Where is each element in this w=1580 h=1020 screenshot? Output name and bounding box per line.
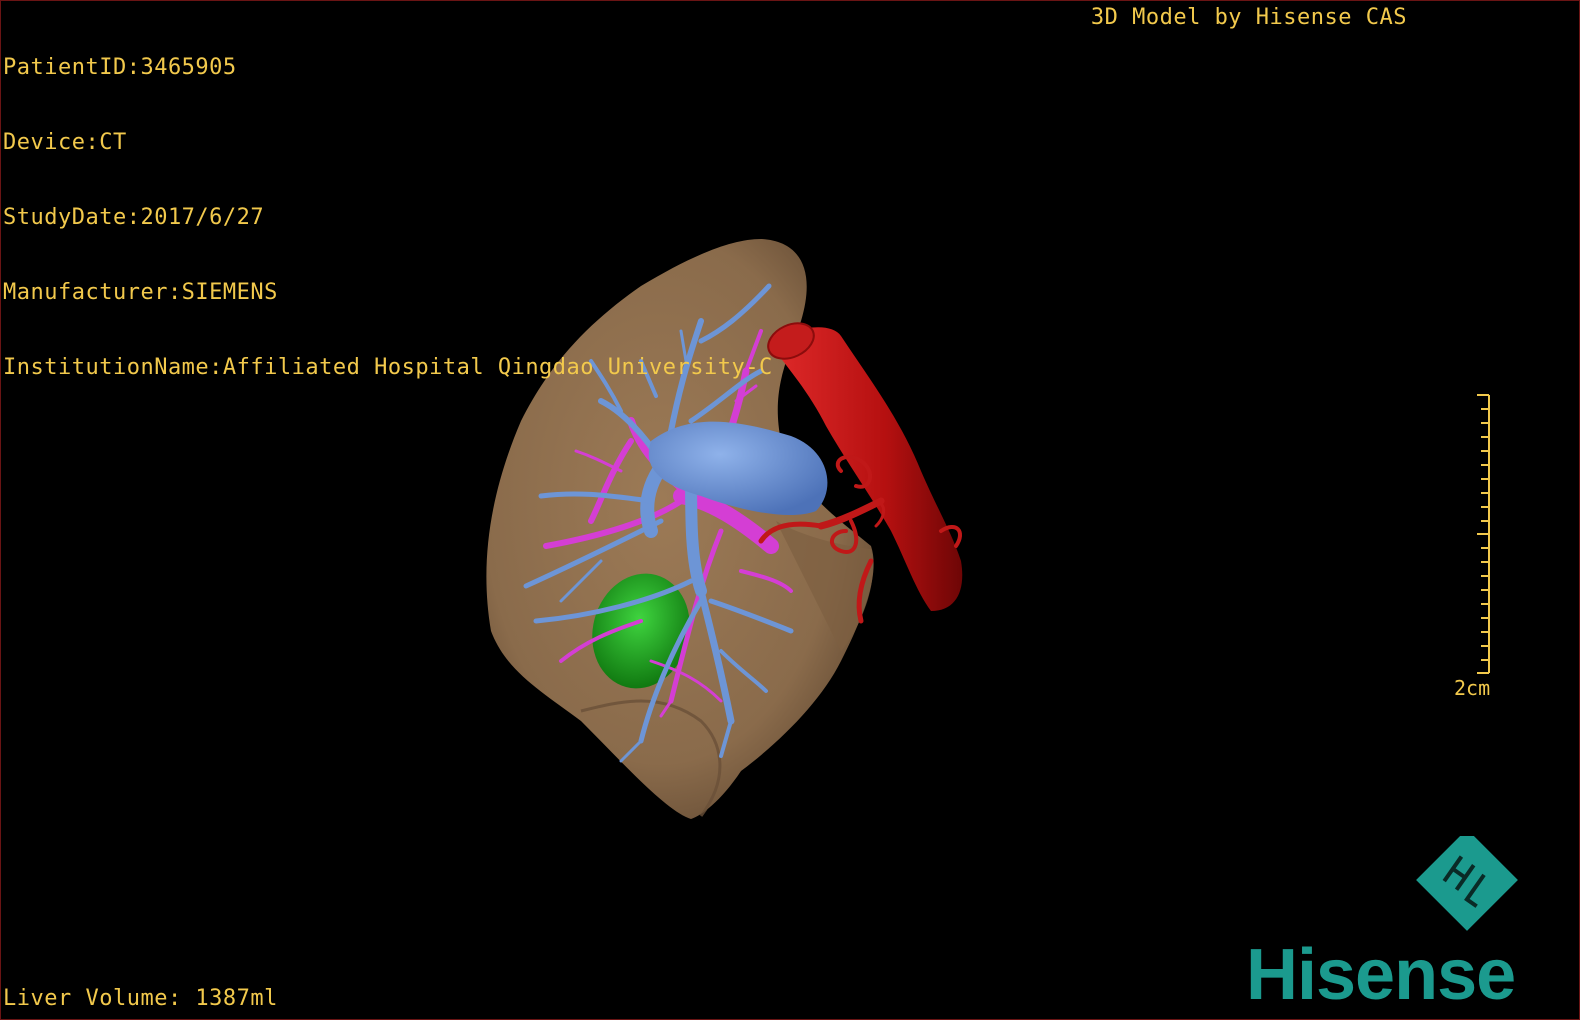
3d-viewport[interactable]: PatientID:3465905 Device:CT StudyDate:20… <box>0 0 1580 1020</box>
scale-label: 2cm <box>1454 676 1491 700</box>
hisense-wordmark: Hisense <box>1246 935 1515 1011</box>
institution-name: InstitutionName:Affiliated Hospital Qing… <box>3 355 773 380</box>
hisense-diamond-icon <box>1416 836 1518 931</box>
hisense-logo: Hisense <box>1246 836 1518 1011</box>
model-credit: 3D Model by Hisense CAS <box>1090 5 1407 30</box>
scale-bar <box>1477 394 1490 674</box>
liver-volume: Liver Volume: 1387ml <box>3 986 278 1011</box>
study-date: StudyDate:2017/6/27 <box>3 205 265 230</box>
device: Device:CT <box>3 130 127 155</box>
patient-id: PatientID:3465905 <box>3 55 237 80</box>
dicom-info: PatientID:3465905 Device:CT StudyDate:20… <box>3 5 773 430</box>
manufacturer: Manufacturer:SIEMENS <box>3 280 278 305</box>
